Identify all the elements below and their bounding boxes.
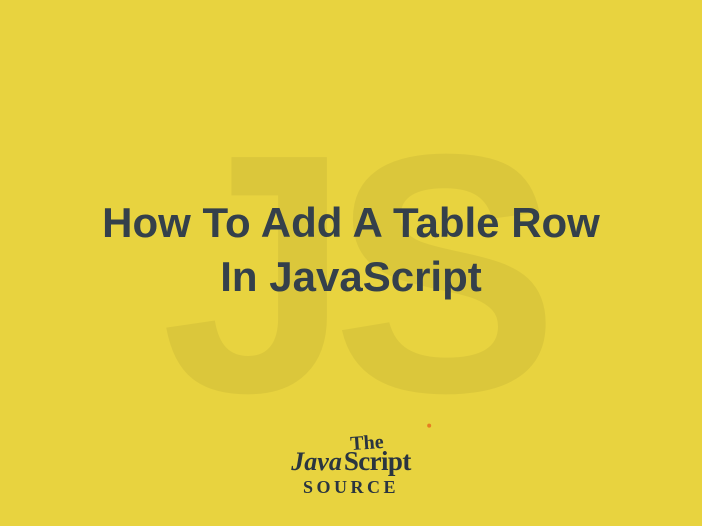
featured-image-card: JS How To Add A Table Row In JavaScript … <box>0 0 702 526</box>
article-title: How To Add A Table Row In JavaScript <box>91 196 611 304</box>
site-logo: The Java Script Source <box>291 432 410 498</box>
logo-line-source: Source <box>303 477 399 497</box>
